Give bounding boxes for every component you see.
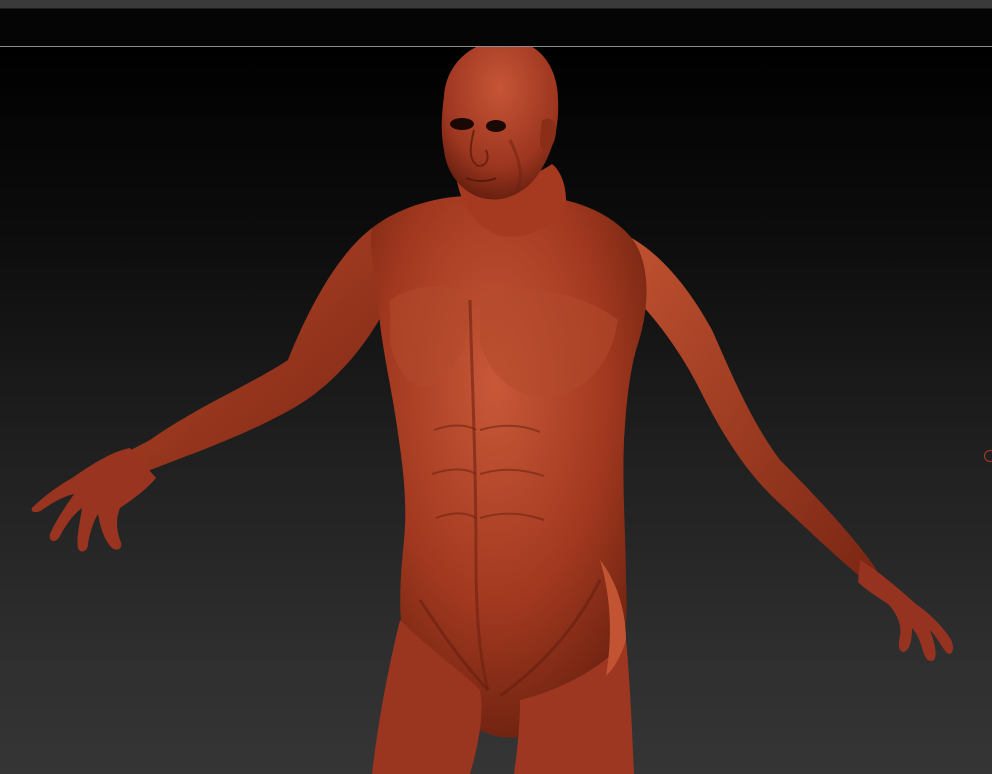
sculpt-app-window [0,0,992,774]
toolbar-strip[interactable] [0,9,992,46]
3d-viewport[interactable] [0,47,992,774]
figure-right-arm [620,232,953,662]
top-menu-bar[interactable] [0,0,992,9]
figure-left-arm [31,228,390,552]
sculpt-figure-render[interactable] [0,47,992,774]
circle-marker-icon[interactable] [984,450,992,462]
